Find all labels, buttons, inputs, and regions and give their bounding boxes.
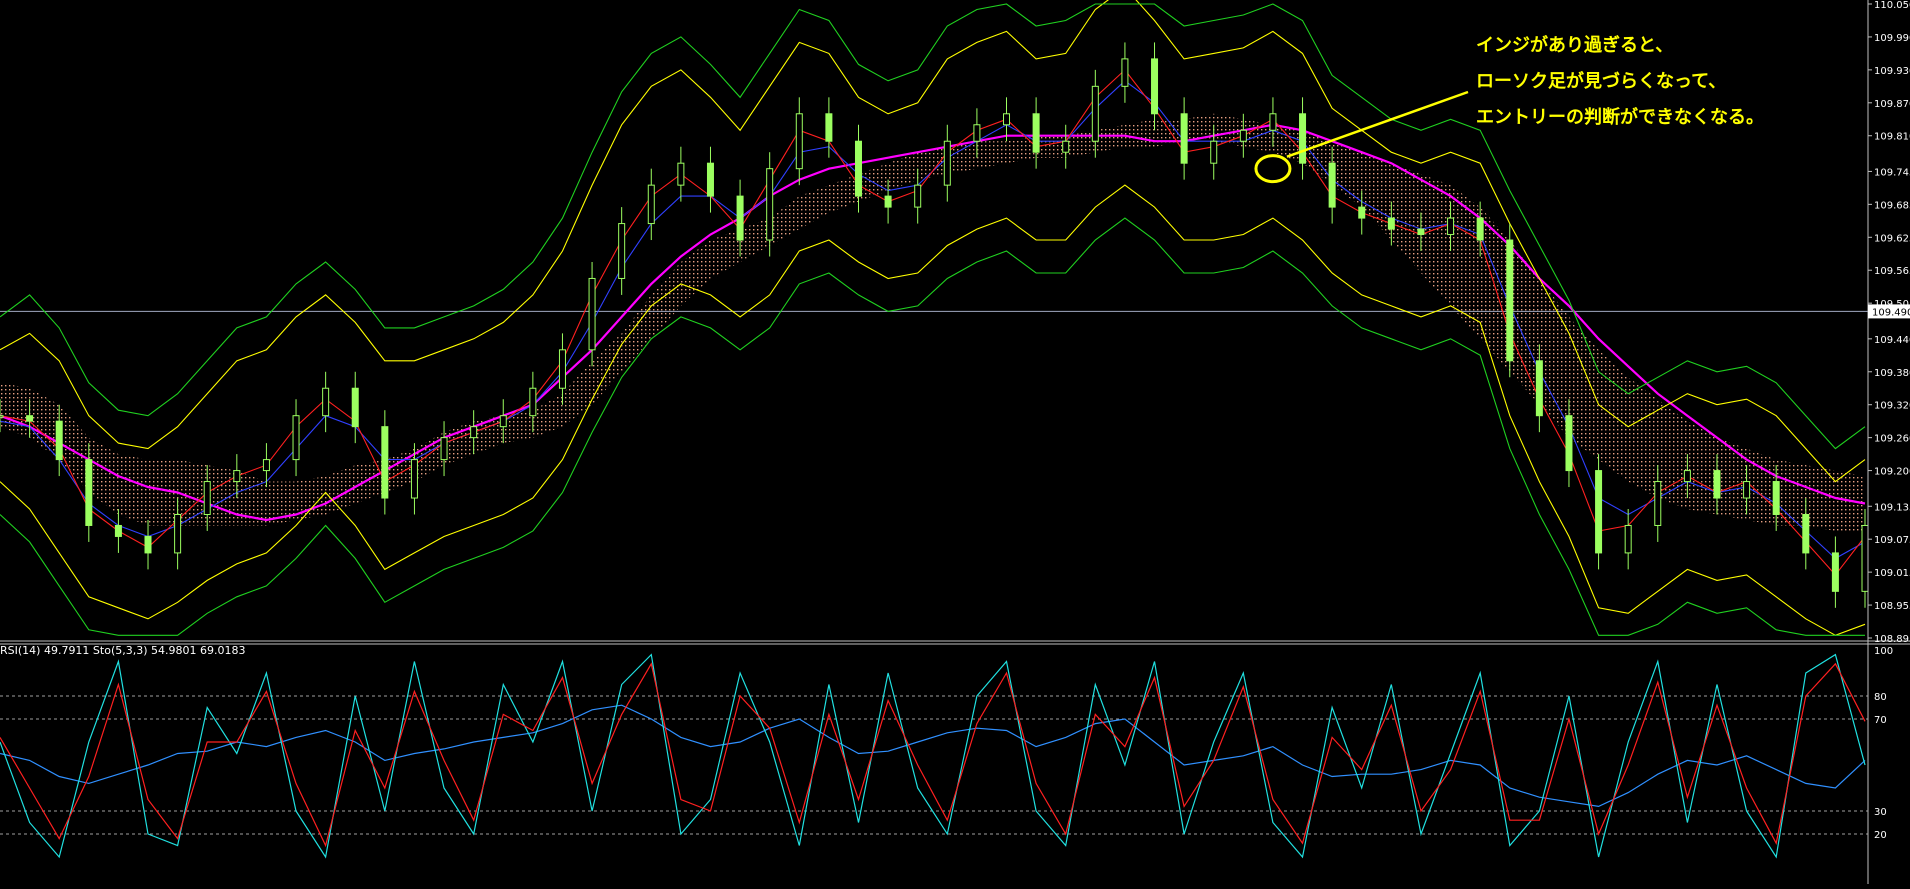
candle-body <box>1091 85 1099 142</box>
candle-body <box>1180 113 1188 164</box>
candle-body <box>1802 513 1810 554</box>
candle-body <box>766 168 774 241</box>
osc-tick-label: 80 <box>1874 692 1887 703</box>
candle-body <box>1121 58 1129 87</box>
candle-body <box>1417 228 1425 236</box>
candle-body <box>1861 524 1869 592</box>
candle-body <box>351 387 359 428</box>
candle-body <box>943 140 951 186</box>
y-tick-label: 109.015 <box>1874 568 1910 579</box>
y-tick-label: 110.050 <box>1874 0 1910 11</box>
candle-body <box>677 162 685 186</box>
candle-body <box>1003 113 1011 126</box>
y-tick-label: 109.745 <box>1874 167 1910 178</box>
candle-body <box>558 349 566 389</box>
candle-body <box>1151 58 1159 115</box>
candle-body <box>1239 129 1247 142</box>
candle-body <box>1032 113 1040 153</box>
current-price-label: 109.490 <box>1872 307 1910 318</box>
candle-body <box>1713 470 1721 499</box>
y-tick-label: 109.320 <box>1874 401 1910 412</box>
candle-body <box>203 481 211 515</box>
candle-body <box>114 524 122 537</box>
y-tick-label: 109.260 <box>1874 434 1910 445</box>
candle-body <box>1328 162 1336 208</box>
candle-body <box>1595 470 1603 554</box>
candle-body <box>647 184 655 225</box>
candle-body <box>499 415 507 428</box>
candle-body <box>292 415 300 461</box>
y-tick-label: 109.990 <box>1874 33 1910 44</box>
y-tick-label: 109.565 <box>1874 266 1910 277</box>
candle-body <box>1654 481 1662 526</box>
candle-body <box>1624 524 1632 554</box>
y-tick-label: 109.930 <box>1874 66 1910 77</box>
candle-body <box>1772 481 1780 515</box>
candle-body <box>914 184 922 208</box>
candle-body <box>174 513 182 554</box>
y-tick-label: 108.895 <box>1874 634 1910 645</box>
candle-body <box>1743 481 1751 499</box>
candle-body <box>854 140 862 197</box>
candle-body <box>262 459 270 472</box>
candle-body <box>1447 217 1455 236</box>
osc-tick-label: 20 <box>1874 830 1887 841</box>
candle-body <box>529 387 537 417</box>
candle-body <box>322 387 330 417</box>
y-tick-label: 109.135 <box>1874 502 1910 513</box>
candle-body <box>1506 239 1514 362</box>
y-tick-label: 109.200 <box>1874 467 1910 478</box>
candle-body <box>1535 360 1543 417</box>
y-tick-label: 109.625 <box>1874 233 1910 244</box>
candle-body <box>736 195 744 241</box>
candle-body <box>1269 113 1277 131</box>
candle-body <box>1299 113 1307 164</box>
oscillator-label: RSI(14) 49.7911 Sto(5,3,3) 54.9801 69.01… <box>0 644 246 657</box>
candle-body <box>825 113 833 142</box>
osc-tick-label: 30 <box>1874 807 1887 818</box>
candle-body <box>1683 470 1691 483</box>
y-tick-label: 109.870 <box>1874 99 1910 110</box>
candle-body <box>0 415 4 418</box>
candle-body <box>588 277 596 351</box>
candle-body <box>706 162 714 197</box>
candle-body <box>1831 552 1839 592</box>
y-tick-label: 108.955 <box>1874 601 1910 612</box>
candle-body <box>795 113 803 170</box>
candle-body <box>440 437 448 461</box>
osc-tick-label: 70 <box>1874 715 1887 726</box>
annotation-line: ローソク足が見づらくなって、 <box>1476 71 1727 92</box>
candle-body <box>470 426 478 439</box>
candle-body <box>1387 217 1395 230</box>
candle-body <box>1476 217 1484 241</box>
annotation-line: エントリーの判断ができなくなる。 <box>1476 107 1764 128</box>
osc-tick-label: 100 <box>1874 646 1893 657</box>
candle-body <box>1210 140 1218 164</box>
annotation-text: インジがあり過ぎると、 ローソク足が見づらくなって、 エントリーの判断ができなく… <box>1476 28 1764 136</box>
candle-body <box>144 535 152 554</box>
candle-body <box>973 124 981 142</box>
annotation-line: インジがあり過ぎると、 <box>1476 35 1674 56</box>
candle-body <box>1062 140 1070 153</box>
y-tick-label: 109.075 <box>1874 535 1910 546</box>
candle-body <box>410 459 418 499</box>
candle-body <box>381 426 389 499</box>
candle-body <box>26 415 34 422</box>
y-tick-label: 109.685 <box>1874 200 1910 211</box>
candle-body <box>884 195 892 208</box>
candle-body <box>1358 206 1366 219</box>
y-tick-label: 109.380 <box>1874 368 1910 379</box>
candle-body <box>85 459 93 526</box>
candle-body <box>1565 415 1573 472</box>
candle-body <box>55 420 63 461</box>
candle-body <box>233 470 241 483</box>
y-tick-label: 109.440 <box>1874 335 1910 346</box>
candle-body <box>618 223 626 279</box>
y-tick-label: 109.810 <box>1874 132 1910 143</box>
